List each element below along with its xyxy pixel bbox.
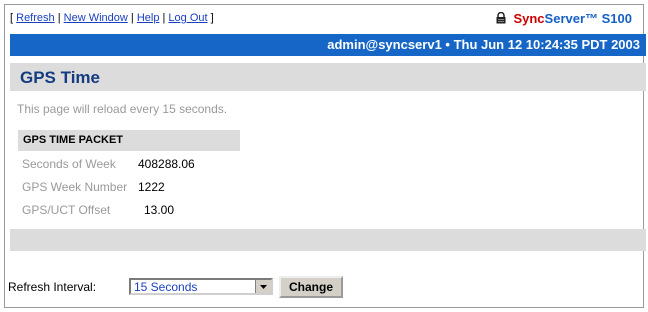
dropdown-arrow-glyph [260,285,267,289]
row-value: 408288.06 [138,157,195,171]
header-links: [ Refresh | New Window | Help | Log Out … [10,12,214,24]
row-value: 1222 [138,180,165,194]
packet-heading-text: GPS TIME PACKET [23,134,124,146]
status-bar: admin@syncserv1 • Thu Jun 12 10:24:35 PD… [10,34,646,56]
page-title: GPS Time [20,68,100,87]
user-timestamp: admin@syncserv1 • Thu Jun 12 10:24:35 PD… [327,37,640,52]
row-label: Seconds of Week [22,157,116,171]
help-link[interactable]: Help [137,12,160,24]
chevron-down-icon[interactable] [255,280,271,293]
reload-note: This page will reload every 15 seconds. [17,102,228,116]
refresh-link[interactable]: Refresh [16,12,55,24]
change-button[interactable]: Change [279,276,343,298]
row-label: GPS/UCT Offset [22,203,111,217]
top-bar: [ Refresh | New Window | Help | Log Out … [10,11,638,27]
new-window-link[interactable]: New Window [64,12,128,24]
brand-sync: Sync [513,11,545,26]
refresh-interval-label: Refresh Interval: [8,280,97,294]
lock-icon [496,12,506,24]
refresh-interval-select[interactable]: 15 Seconds [129,278,273,295]
brand-server: Server™ S100 [544,11,632,26]
row-value: 13.00 [144,203,175,217]
page-title-bar: GPS Time [10,63,646,91]
row-label: GPS Week Number [22,180,128,194]
log-out-link[interactable]: Log Out [168,12,207,24]
packet-heading: GPS TIME PACKET [18,130,240,151]
brand-logo: SyncServer™ S100 [495,11,632,26]
refresh-interval-value: 15 Seconds [134,280,198,294]
footer-bar [10,229,646,251]
